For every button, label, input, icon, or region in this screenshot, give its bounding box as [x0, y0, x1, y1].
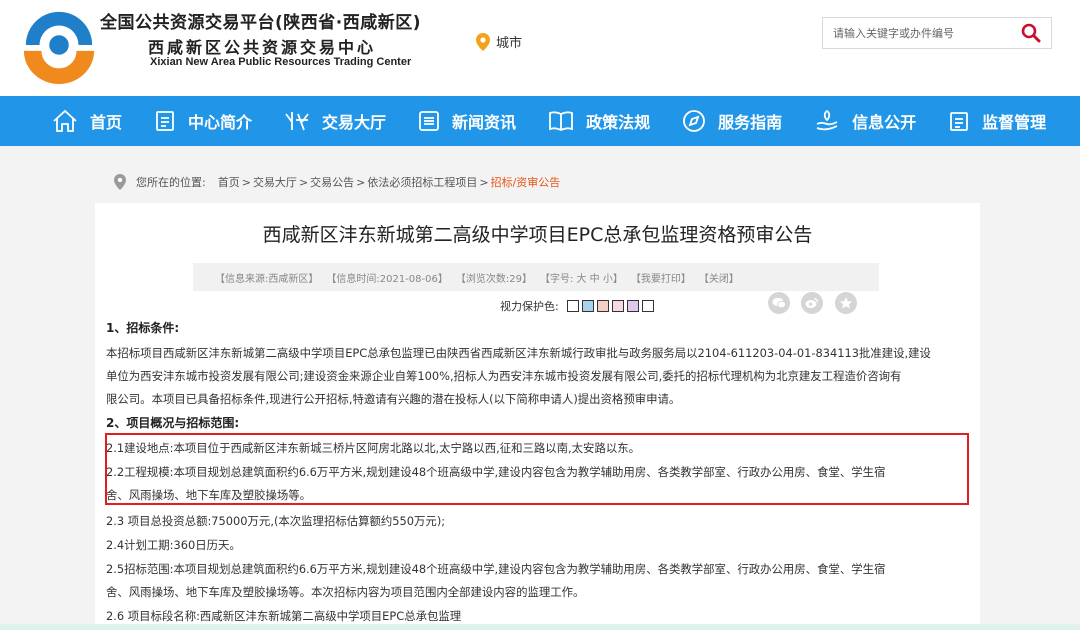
nav-item-label: 监督管理 — [982, 113, 1047, 132]
search-box — [822, 17, 1052, 49]
meta-views: 【浏览次数:29】 — [455, 273, 532, 285]
clipboard-icon — [950, 112, 969, 131]
wechat-icon — [772, 297, 786, 309]
paragraph-line: 2.1建设地点:本项目位于西咸新区沣东新城三桥片区阿房北路以北,太宁路以西,征和… — [106, 441, 641, 455]
city-label: 城市 — [496, 36, 523, 51]
eye-color-swatch[interactable] — [611, 300, 624, 312]
breadcrumb-separator: > — [298, 175, 309, 189]
paragraph-line: 舍、风雨操场、地下车库及塑胶操场等。 — [106, 488, 312, 502]
hand-icon — [816, 109, 838, 131]
breadcrumb-lead: 您所在的位置: — [136, 176, 206, 189]
paragraph-line: 单位为西安沣东城市投资发展有限公司;建设资金来源企业自筹100%,招标人为西安沣… — [106, 369, 902, 383]
document-icon — [156, 111, 174, 131]
paragraph-line: 舍、风雨操场、地下车库及塑胶操场等。本次招标内容为项目范围内全部建设内容的监理工… — [106, 585, 585, 599]
paragraph-line: 2.2工程规模:本项目规划总建筑面积约6.6万平方米,规划建设48个班高级中学,… — [106, 465, 886, 479]
breadcrumb-separator: > — [479, 175, 489, 189]
breadcrumb-link-announcements[interactable]: 交易公告 — [310, 174, 354, 190]
location-pin-icon — [476, 32, 490, 51]
article-meta-bar: 【信息来源:西咸新区】 【信息时间:2021-08-06】 【浏览次数:29】 … — [193, 263, 879, 291]
meta-close-link[interactable]: 【关闭】 — [699, 270, 739, 285]
nav-item-home[interactable]: 首页 — [52, 96, 122, 146]
section-heading: 2、项目概况与招标范围: — [106, 416, 240, 430]
weibo-icon — [805, 297, 819, 308]
site-logo-icon[interactable] — [20, 6, 98, 84]
meta-source: 【信息来源:西咸新区】 — [215, 273, 319, 285]
nav-item-policy[interactable]: 政策法规 — [548, 96, 650, 146]
site-header: 全国公共资源交易平台(陕西省·西咸新区) 西咸新区公共资源交易中心 Xixian… — [0, 0, 1080, 96]
eye-color-swatch[interactable] — [566, 300, 579, 312]
list-icon — [419, 111, 439, 131]
breadcrumb-separator: > — [356, 175, 366, 189]
brand-block: 全国公共资源交易平台(陕西省·西咸新区) 西咸新区公共资源交易中心 Xixian… — [100, 8, 421, 68]
search-input[interactable] — [823, 18, 1011, 48]
paragraph-line: 2.3 项目总投资总额:75000万元,(本次监理招标估算额约550万元); — [106, 514, 446, 528]
breadcrumb-current[interactable]: 招标/资审公告 — [491, 174, 561, 190]
nav-item-trading-hall[interactable]: 交易大厅 — [284, 96, 386, 146]
nav-item-label: 交易大厅 — [322, 113, 387, 132]
breadcrumb-link-home[interactable]: 首页 — [218, 174, 240, 190]
share-weibo-button[interactable] — [801, 292, 823, 314]
eye-color-swatch[interactable] — [581, 300, 594, 312]
nav-item-news[interactable]: 新闻资讯 — [418, 96, 516, 146]
paragraph-line: 本招标项目西咸新区沣东新城第二高级中学项目EPC总承包监理已由陕西省西咸新区沣东… — [106, 346, 931, 360]
breadcrumb-separator: > — [241, 175, 251, 189]
nav-item-about[interactable]: 中心简介 — [154, 96, 252, 146]
location-pin-icon — [114, 174, 126, 190]
nav-item-supervision[interactable]: 监督管理 — [948, 96, 1046, 146]
search-icon — [1021, 23, 1041, 43]
city-selector[interactable]: 城市 — [476, 32, 522, 51]
nav-item-label: 政策法规 — [586, 113, 651, 132]
eye-color-swatch[interactable] — [641, 300, 654, 312]
book-icon — [549, 111, 573, 132]
compass-icon — [683, 110, 705, 132]
main-nav: 首页 中心简介 交易大厅 新闻资讯 政策法规 服务指南 信息公开 监督管理 — [0, 96, 1080, 146]
paragraph-line: 限公司。本项目已具备招标条件,现进行公开招标,特邀请有兴趣的潜在投标人(以下简称… — [106, 392, 681, 406]
paragraph-line: 2.5招标范围:本项目规划总建筑面积约6.6万平方米,规划建设48个班高级中学,… — [106, 562, 886, 576]
article-panel: 西咸新区沣东新城第二高级中学项目EPC总承包监理资格预审公告 【信息来源:西咸新… — [95, 203, 980, 630]
paragraph-line: 2.6 项目标段名称:西咸新区沣东新城第二高级中学项目EPC总承包监理 — [106, 609, 462, 623]
eye-color-swatch[interactable] — [596, 300, 609, 312]
handshake-icon — [285, 112, 309, 131]
star-icon — [839, 297, 853, 309]
nav-item-label: 首页 — [90, 113, 123, 132]
nav-item-label: 信息公开 — [852, 113, 917, 132]
page-bottom-strip — [0, 624, 1080, 630]
nav-item-info-disclosure[interactable]: 信息公开 — [814, 96, 916, 146]
meta-font-size[interactable]: 【字号: 大 中 小】 — [540, 270, 623, 285]
brand-title: 全国公共资源交易平台(陕西省·西咸新区) — [100, 13, 421, 33]
eye-color-swatch[interactable] — [626, 300, 639, 312]
share-qzone-button[interactable] — [835, 292, 857, 314]
meta-time: 【信息时间:2021-08-06】 — [326, 273, 448, 285]
breadcrumb-link-projects[interactable]: 依法必须招标工程项目 — [367, 174, 477, 190]
article-title: 西咸新区沣东新城第二高级中学项目EPC总承包监理资格预审公告 — [262, 224, 813, 246]
eye-protection-colors: 视力保护色: — [500, 298, 657, 314]
meta-print-link[interactable]: 【我要打印】 — [631, 270, 691, 285]
share-wechat-button[interactable] — [768, 292, 790, 314]
nav-item-label: 中心简介 — [188, 113, 253, 132]
search-button[interactable] — [1011, 18, 1051, 48]
brand-english-name: Xixian New Area Public Resources Trading… — [150, 56, 412, 68]
nav-item-service-guide[interactable]: 服务指南 — [682, 96, 782, 146]
paragraph-line: 2.4计划工期:360日历天。 — [106, 538, 241, 552]
eye-protection-label: 视力保护色: — [500, 300, 559, 313]
section-heading: 1、招标条件: — [106, 321, 180, 335]
nav-item-label: 新闻资讯 — [452, 113, 517, 132]
brand-subtitle: 西咸新区公共资源交易中心 — [148, 38, 377, 57]
home-icon — [53, 109, 77, 132]
nav-item-label: 服务指南 — [718, 113, 783, 132]
breadcrumb-link-trading-hall[interactable]: 交易大厅 — [253, 174, 297, 190]
breadcrumb: 您所在的位置: 首页 > 交易大厅 > 交易公告 > 依法必须招标工程项目 > … — [114, 174, 560, 190]
